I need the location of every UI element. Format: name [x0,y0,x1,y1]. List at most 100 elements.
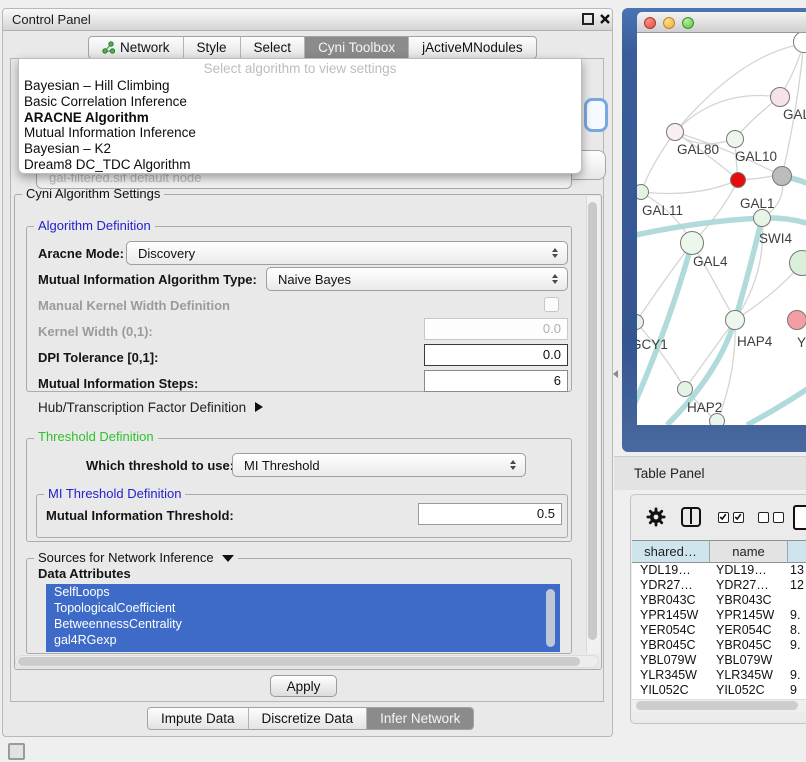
table-row[interactable]: YLR345WYLR345W9. [632,668,806,683]
cell-name: YDL19… [716,563,767,578]
list-item-gal4rgexp[interactable]: gal4RGexp [46,632,560,648]
table-row[interactable]: YIL052CYIL052C9 [632,683,806,698]
expander-collapsed-icon [255,402,263,412]
hub-factor-expander[interactable]: Hub/Transcription Factor Definition [38,398,263,416]
cell-value: 12 [790,578,804,593]
network-node-gal4[interactable] [680,231,704,255]
sources-title: Sources for Network Inference [38,551,214,565]
tab-style[interactable]: Style [184,37,241,58]
table-row[interactable]: YDL19…YDL19…13 [632,563,806,578]
settings-vscrollbar-thumb[interactable] [588,202,597,640]
column-layout-icon[interactable] [681,507,701,527]
network-node-gal-partial[interactable] [770,87,790,107]
tab-label: Infer Network [380,711,460,726]
cell-name: YPR145W [716,608,774,623]
checked-checkbox-icon[interactable] [733,512,744,523]
list-vscrollbar-thumb[interactable] [546,589,555,647]
float-window-icon[interactable] [582,13,594,25]
mi-type-value: Naive Bayes [267,272,351,287]
table-row[interactable]: YDR27…YDR27…12 [632,578,806,593]
network-node-swi4[interactable] [753,209,771,227]
dpi-tolerance-input[interactable]: 0.0 [424,344,568,366]
dropdown-item-mutual-information[interactable]: Mutual Information Inference [19,125,581,141]
unchecked-checkbox-icon[interactable] [758,512,769,523]
tab-jactivemnodules[interactable]: jActiveMNodules [409,37,536,58]
sources-expander[interactable]: Sources for Network Inference [34,551,238,565]
table-row[interactable]: YBR043CYBR043C [632,593,806,608]
cell-name: YBR045C [716,638,772,653]
mi-steps-input[interactable]: 6 [424,370,568,392]
mi-type-combo[interactable]: Naive Bayes [266,267,568,291]
tab-select[interactable]: Select [241,37,306,58]
column-label: shared… [644,544,697,559]
tab-cyni-toolbox[interactable]: Cyni Toolbox [305,37,409,58]
mac-zoom-button[interactable] [682,17,694,29]
window-title: Control Panel [3,9,612,31]
dropdown-item-aracne[interactable]: ARACNE Algorithm [19,110,581,126]
mi-threshold-input[interactable]: 0.5 [418,503,562,525]
table-hscrollbar-thumb[interactable] [636,701,798,710]
settings-hscrollbar-thumb[interactable] [18,657,580,666]
desktop: Control Panel Network Style Select Cyni … [0,0,806,762]
manual-kernel-checkbox[interactable] [544,297,559,312]
table-row[interactable]: YBL079WYBL079W [632,653,806,668]
list-item-betweennesscentrality[interactable]: BetweennessCentrality [46,616,560,632]
table-column-header-shared-name[interactable]: shared… [632,540,710,563]
restore-panel-icon[interactable] [8,743,25,760]
kernel-width-input[interactable]: 0.0 [424,318,568,340]
partial-toolbar-icon[interactable] [793,505,806,530]
cell-name: YBL079W [716,653,772,668]
dropdown-item-basic-correlation[interactable]: Basic Correlation Inference [19,94,581,110]
aracne-mode-combo[interactable]: Discovery [126,241,568,265]
expander-expanded-icon [222,555,234,562]
gear-icon[interactable] [646,507,666,527]
cell-shared-name: YDL19… [640,563,691,578]
cell-value: 9 [790,683,797,698]
apply-button[interactable]: Apply [270,675,337,697]
tab-network[interactable]: Network [89,37,184,58]
dpi-tolerance-label: DPI Tolerance [0,1]: [38,350,158,365]
network-canvas[interactable]: GAL80 GAL10 GAL1 GAL11 SWI4 GAL4 GCY1 HA… [637,33,806,425]
table-row[interactable]: YER054CYER054C8. [632,623,806,638]
control-panel-tabbar: Network Style Select Cyni Toolbox jActiv… [88,36,537,59]
node-label-gal1: GAL1 [740,196,775,211]
network-node-gal80[interactable] [666,123,684,141]
tab-infer-network[interactable]: Infer Network [367,708,473,729]
stepper-arrows-icon [510,460,516,470]
cell-name: YBR043C [716,593,772,608]
network-node-hap4[interactable] [725,310,745,330]
network-node-gray[interactable] [772,166,792,186]
table-row[interactable]: YBR045CYBR045C9. [632,638,806,653]
network-node-hap2[interactable] [677,381,693,397]
mi-steps-label: Mutual Information Steps: [38,376,198,391]
network-node-gal10[interactable] [726,130,744,148]
table-column-header-name[interactable]: name [710,540,788,563]
dropdown-item-dream8[interactable]: Dream8 DC_TDC Algorithm [19,157,581,173]
tab-impute-data[interactable]: Impute Data [148,708,249,729]
inference-combo-stepper-focused[interactable] [584,98,608,132]
cell-value: 9. [790,608,800,623]
mi-type-label: Mutual Information Algorithm Type: [38,272,257,287]
cell-value: 9. [790,638,800,653]
mac-close-button[interactable] [644,17,656,29]
mac-minimize-button[interactable] [663,17,675,29]
panel-divider-handle[interactable] [613,370,618,378]
tab-discretize-data[interactable]: Discretize Data [249,708,368,729]
node-label-gal10: GAL10 [735,149,777,164]
network-node-gal1-red[interactable] [730,172,746,188]
dropdown-item-bayesian-hill-climbing[interactable]: Bayesian – Hill Climbing [19,78,581,94]
unchecked-checkbox-icon[interactable] [773,512,784,523]
bottom-tabbar: Impute Data Discretize Data Infer Networ… [147,707,474,730]
network-node-salmon[interactable] [787,310,806,330]
close-icon[interactable] [599,13,611,25]
data-attributes-list: SelfLoops TopologicalCoefficient Between… [46,584,560,652]
list-item-selfloops[interactable]: SelfLoops [46,584,560,600]
table-row[interactable]: YPR145WYPR145W9. [632,608,806,623]
list-item-topologicalcoefficient[interactable]: TopologicalCoefficient [46,600,560,616]
table-column-header-partial[interactable] [788,540,806,563]
node-label-y-partial: Y [797,335,806,350]
stepper-arrows-icon [552,248,558,258]
checked-checkbox-icon[interactable] [718,512,729,523]
which-threshold-combo[interactable]: MI Threshold [232,453,526,477]
dropdown-item-bayesian-k2[interactable]: Bayesian – K2 [19,141,581,157]
